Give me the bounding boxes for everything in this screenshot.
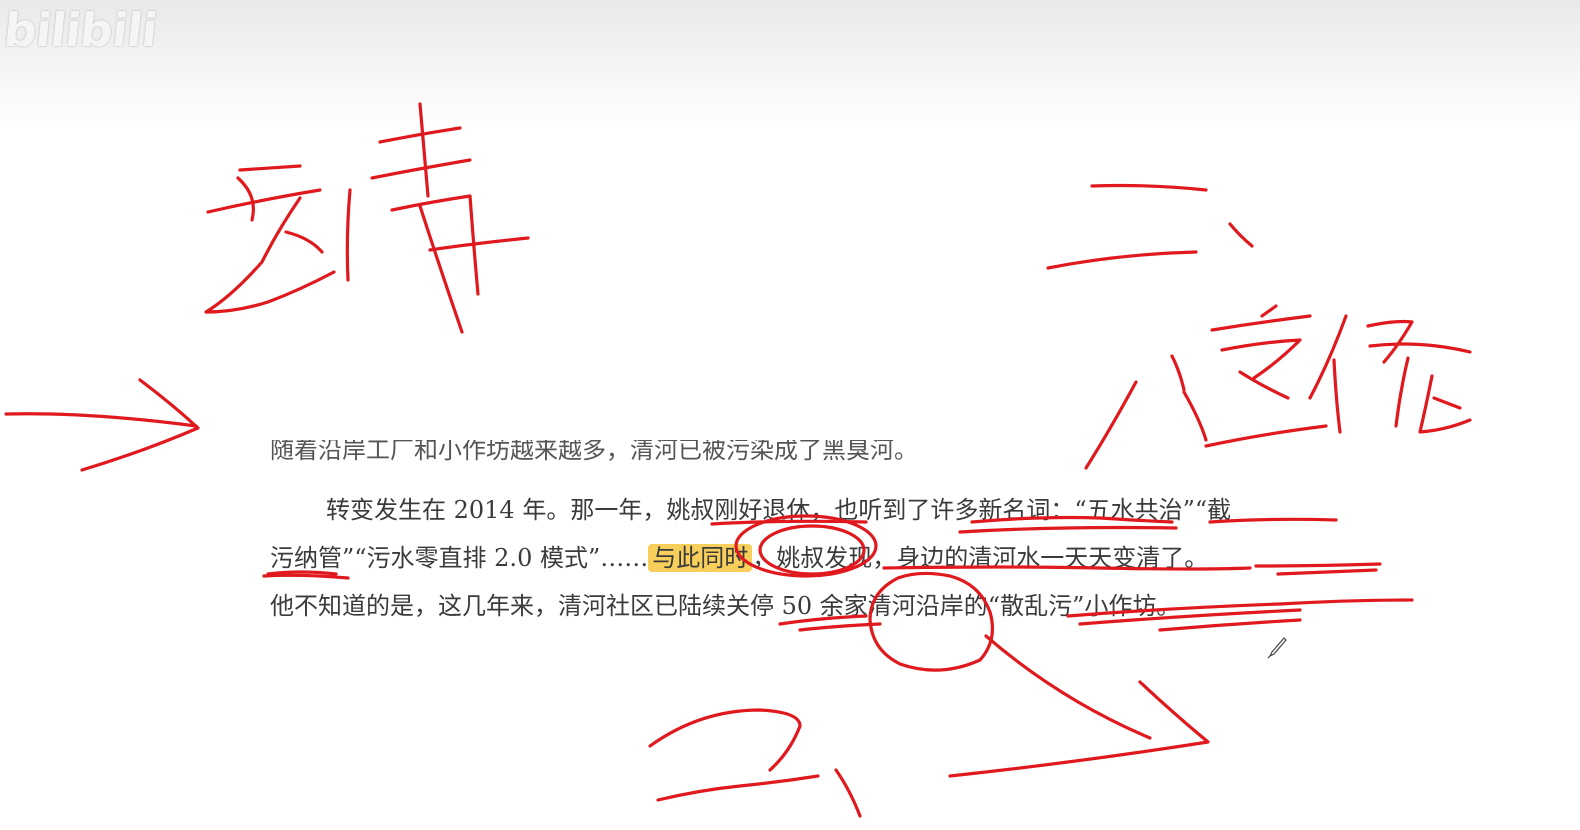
paragraph-2: 污纳管”“污水零直排 2.0 模式”…… 与此同时 ，姚叔发现，身边的清河水一天天变…: [270, 538, 1410, 573]
paragraph-3: 他不知道的是，这几年来，清河社区已陆续关停 50 余家清河沿岸的“散乱污”小作坊…: [270, 586, 1410, 621]
ink-stroke: [1228, 222, 1254, 248]
paragraph-2-text-b: ，姚叔发现，身边的清河水一天天变清了。: [752, 544, 1209, 572]
cut-off-line: 随着沿岸工厂和小作坊越来越多，清河已被污染成了黑臭河。: [270, 440, 918, 464]
ink-stroke: [648, 708, 820, 802]
ink-stroke: [345, 188, 352, 282]
pen-cursor-icon: [1267, 637, 1287, 659]
paragraph-1-text: 转变发生在 2014 年。那一年，姚叔刚好退休，也听到了许多新名词：: [326, 496, 1075, 524]
ink-stroke: [1084, 354, 1208, 470]
ink-stroke: [1046, 183, 1208, 270]
ink-arrow-left: [4, 378, 200, 472]
handwritten-character-group-left: [204, 102, 530, 334]
highlighted-phrase: 与此同时: [648, 544, 753, 572]
ink-arrow-down: [948, 634, 1210, 778]
ink-stroke: [370, 102, 530, 334]
ink-stroke: [834, 768, 862, 818]
ink-stroke: [1204, 304, 1328, 448]
bilibili-watermark: bilibili: [1, 3, 160, 57]
ink-stroke: [1308, 314, 1472, 434]
ink-stroke: [204, 164, 336, 314]
paragraph-1: 转变发生在 2014 年。那一年，姚叔刚好退休，也听到了许多新名词：“五水共治”…: [270, 490, 1410, 525]
paragraph-2-text-a: 污纳管”“污水零直排 2.0 模式”……: [270, 544, 649, 572]
video-top-shade: [0, 0, 1580, 130]
paragraph-1-terms: “五水共治”“截: [1074, 496, 1232, 524]
handwritten-character-group-right: [1084, 304, 1472, 470]
paragraph-3-text: 他不知道的是，这几年来，清河社区已陆续关停 50 余家清河沿岸的“散乱污”小作坊…: [270, 592, 1181, 620]
